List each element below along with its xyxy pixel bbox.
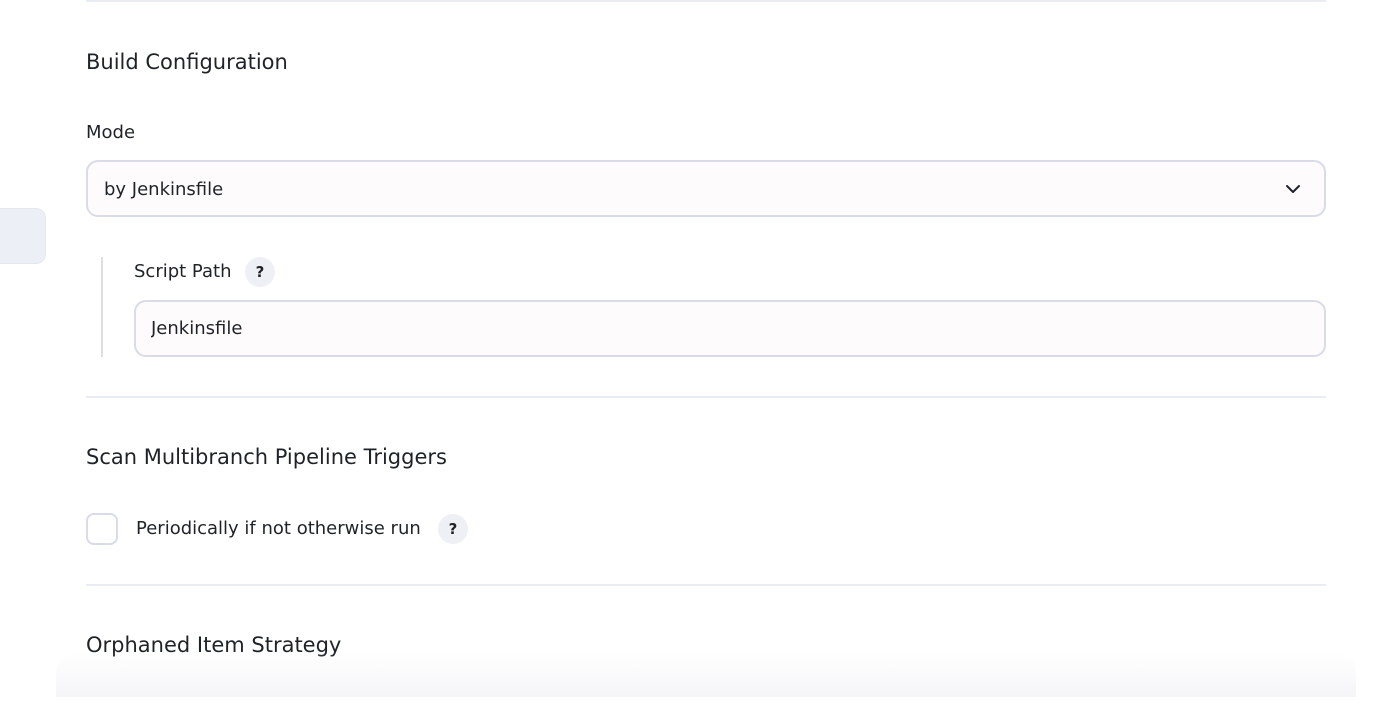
section-divider-middle <box>86 396 1326 398</box>
script-path-help-button[interactable]: ? <box>245 257 275 287</box>
nested-config-indent-bar <box>101 257 103 357</box>
mode-select-value: by Jenkinsfile <box>104 179 224 200</box>
chevron-down-icon <box>1286 185 1300 193</box>
scan-triggers-heading: Scan Multibranch Pipeline Triggers <box>86 445 447 469</box>
bottom-action-bar <box>56 652 1356 697</box>
sidebar-section-tab[interactable] <box>0 208 46 264</box>
periodic-run-help-button[interactable]: ? <box>438 514 468 544</box>
script-path-label: Script Path <box>134 261 232 282</box>
mode-select[interactable]: by Jenkinsfile <box>86 160 1326 217</box>
periodic-run-label[interactable]: Periodically if not otherwise run <box>136 517 421 541</box>
section-divider-lower <box>86 584 1326 586</box>
script-path-input[interactable] <box>134 300 1326 357</box>
section-divider-top <box>86 0 1326 2</box>
mode-label: Mode <box>86 122 136 143</box>
build-configuration-heading: Build Configuration <box>86 50 288 74</box>
periodic-run-checkbox[interactable] <box>86 513 118 545</box>
build-configuration-page: Build Configuration Mode by Jenkinsfile … <box>0 0 1396 709</box>
